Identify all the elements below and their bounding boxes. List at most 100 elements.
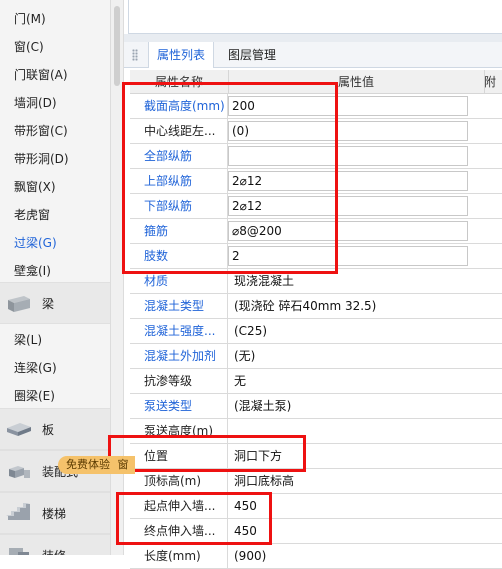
property-value-cell[interactable]: 200 <box>228 94 472 118</box>
table-row[interactable]: 混凝土外加剂 (无) <box>130 344 502 369</box>
table-row[interactable]: 中心线距左... (0) <box>130 119 502 144</box>
sidebar-item[interactable]: 壁龛(I) <box>0 256 110 284</box>
table-row[interactable]: 上部纵筋 2⌀12 <box>130 169 502 194</box>
property-name: 材质 <box>130 269 228 293</box>
property-value-cell[interactable]: (混凝土泵) <box>228 394 472 418</box>
property-value-cell[interactable]: 450 <box>228 519 472 543</box>
table-row[interactable]: 全部纵筋 <box>130 144 502 169</box>
assembly-icon <box>9 466 30 478</box>
property-name: 全部纵筋 <box>130 144 228 168</box>
table-row[interactable]: 混凝土强度... (C25) <box>130 319 502 344</box>
property-value-cell[interactable]: 洞口底标高 <box>228 469 472 493</box>
property-value[interactable]: (900) <box>230 544 472 568</box>
property-value-cell[interactable] <box>228 144 472 168</box>
property-name: 泵送类型 <box>130 394 228 418</box>
property-value-input[interactable]: (0) <box>228 121 468 141</box>
property-value[interactable]: (现浇砼 碎石40mm 32.5) <box>230 294 472 318</box>
sidebar-item[interactable]: 墙洞(D) <box>0 88 110 116</box>
table-row[interactable]: 材质 现浇混凝土 <box>130 269 502 294</box>
stair-icon <box>6 503 30 520</box>
category-decoration[interactable]: 装修 <box>0 534 110 555</box>
sidebar-item[interactable]: 门(M) <box>0 4 110 32</box>
category-slab[interactable]: 板 <box>0 408 110 450</box>
sidebar-item[interactable]: 连梁(G) <box>0 353 110 381</box>
property-value-cell[interactable]: 2⌀12 <box>228 194 472 218</box>
property-value-input[interactable]: 2⌀12 <box>228 171 468 191</box>
property-value-input[interactable]: ⌀8@200 <box>228 221 468 241</box>
property-value-input[interactable]: 2⌀12 <box>228 196 468 216</box>
property-value-cell[interactable]: 2 <box>228 244 472 268</box>
table-row[interactable]: 顶标高(m) 洞口底标高 <box>130 469 502 494</box>
property-value[interactable]: 现浇混凝土 <box>230 269 472 293</box>
drag-handle-icon[interactable] <box>132 49 138 61</box>
tab-layer-management[interactable]: 图层管理 <box>220 42 284 68</box>
category-beam-label: 梁 <box>42 296 55 311</box>
property-tabs: 属性列表 图层管理 <box>124 42 502 68</box>
slab-icon <box>7 423 31 436</box>
table-row[interactable]: 截面高度(mm) 200 <box>130 94 502 119</box>
property-value[interactable]: (C25) <box>230 319 472 343</box>
sidebar-item[interactable]: 门联窗(A) <box>0 60 110 88</box>
property-name: 起点伸入墙... <box>130 494 228 518</box>
sidebar-item[interactable]: 梁(L) <box>0 325 110 353</box>
table-header: 属性名称 属性值 附 <box>130 70 502 94</box>
table-row[interactable]: 终点伸入墙... 450 <box>130 519 502 544</box>
property-name: 中心线距左... <box>130 119 228 143</box>
decoration-icon <box>9 548 29 555</box>
table-row[interactable]: 泵送高度(m) <box>130 419 502 444</box>
table-row[interactable]: 箍筋 ⌀8@200 <box>130 219 502 244</box>
property-value[interactable]: (混凝土泵) <box>230 394 472 418</box>
property-value-input[interactable] <box>228 146 468 166</box>
sidebar-item[interactable]: 飘窗(X) <box>0 172 110 200</box>
table-row[interactable]: 抗渗等级无 <box>130 369 502 394</box>
property-name: 混凝土外加剂 <box>130 344 228 368</box>
property-name: 箍筋 <box>130 219 228 243</box>
property-value[interactable]: 450 <box>230 519 472 543</box>
sidebar-item[interactable]: 老虎窗 <box>0 200 110 228</box>
sidebar-item[interactable]: 窗(C) <box>0 32 110 60</box>
property-value-cell[interactable]: 现浇混凝土 <box>228 269 472 293</box>
property-value[interactable]: 洞口下方 <box>230 444 472 468</box>
category-beam[interactable]: 梁 <box>0 282 110 324</box>
table-row[interactable]: 长度(mm) (900) <box>130 544 502 569</box>
property-value-cell[interactable] <box>228 419 472 443</box>
free-trial-badge[interactable]: 免费体验 窗 <box>58 456 135 474</box>
property-value-cell[interactable]: (C25) <box>228 319 472 343</box>
tab-property-list[interactable]: 属性列表 <box>148 42 215 68</box>
property-value[interactable]: 洞口底标高 <box>230 469 472 493</box>
property-value-cell[interactable]: (0) <box>228 119 472 143</box>
sidebar-item[interactable]: 圈梁(E) <box>0 381 110 409</box>
beam-icon <box>8 296 30 312</box>
property-name: 抗渗等级 <box>130 369 228 393</box>
property-value-cell[interactable]: (900) <box>228 544 472 568</box>
table-row[interactable]: 泵送类型 (混凝土泵) <box>130 394 502 419</box>
table-row[interactable]: 位置 洞口下方 <box>130 444 502 469</box>
free-trial-label: 免费体验 <box>66 458 110 471</box>
sidebar-scroll-thumb[interactable] <box>114 6 120 86</box>
property-value-input[interactable]: 200 <box>228 96 468 116</box>
property-value-cell[interactable]: 2⌀12 <box>228 169 472 193</box>
sidebar-item[interactable]: 过梁(G) <box>0 228 110 256</box>
property-value[interactable]: 450 <box>230 494 472 518</box>
table-row[interactable]: 肢数 2 <box>130 244 502 269</box>
property-name: 终点伸入墙... <box>130 519 228 543</box>
table-row[interactable]: 下部纵筋 2⌀12 <box>130 194 502 219</box>
property-value-cell[interactable]: (无) <box>228 344 472 368</box>
table-row[interactable]: 混凝土类型 (现浇砼 碎石40mm 32.5) <box>130 294 502 319</box>
property-name: 混凝土类型 <box>130 294 228 318</box>
property-name: 肢数 <box>130 244 228 268</box>
property-value-cell[interactable]: 无 <box>228 369 472 393</box>
property-value-cell[interactable]: 450 <box>228 494 472 518</box>
property-value-cell[interactable]: 洞口下方 <box>228 444 472 468</box>
property-value[interactable]: 无 <box>230 369 472 393</box>
sidebar-item[interactable]: 带形窗(C) <box>0 116 110 144</box>
property-value[interactable]: (无) <box>230 344 472 368</box>
property-value-input[interactable]: 2 <box>228 246 468 266</box>
component-list-panel <box>128 0 502 34</box>
category-stair[interactable]: 楼梯 <box>0 492 110 534</box>
table-row[interactable]: 起点伸入墙... 450 <box>130 494 502 519</box>
sidebar-item[interactable]: 带形洞(D) <box>0 144 110 172</box>
property-value-cell[interactable]: (现浇砼 碎石40mm 32.5) <box>228 294 472 318</box>
property-value-cell[interactable]: ⌀8@200 <box>228 219 472 243</box>
property-name: 混凝土强度... <box>130 319 228 343</box>
